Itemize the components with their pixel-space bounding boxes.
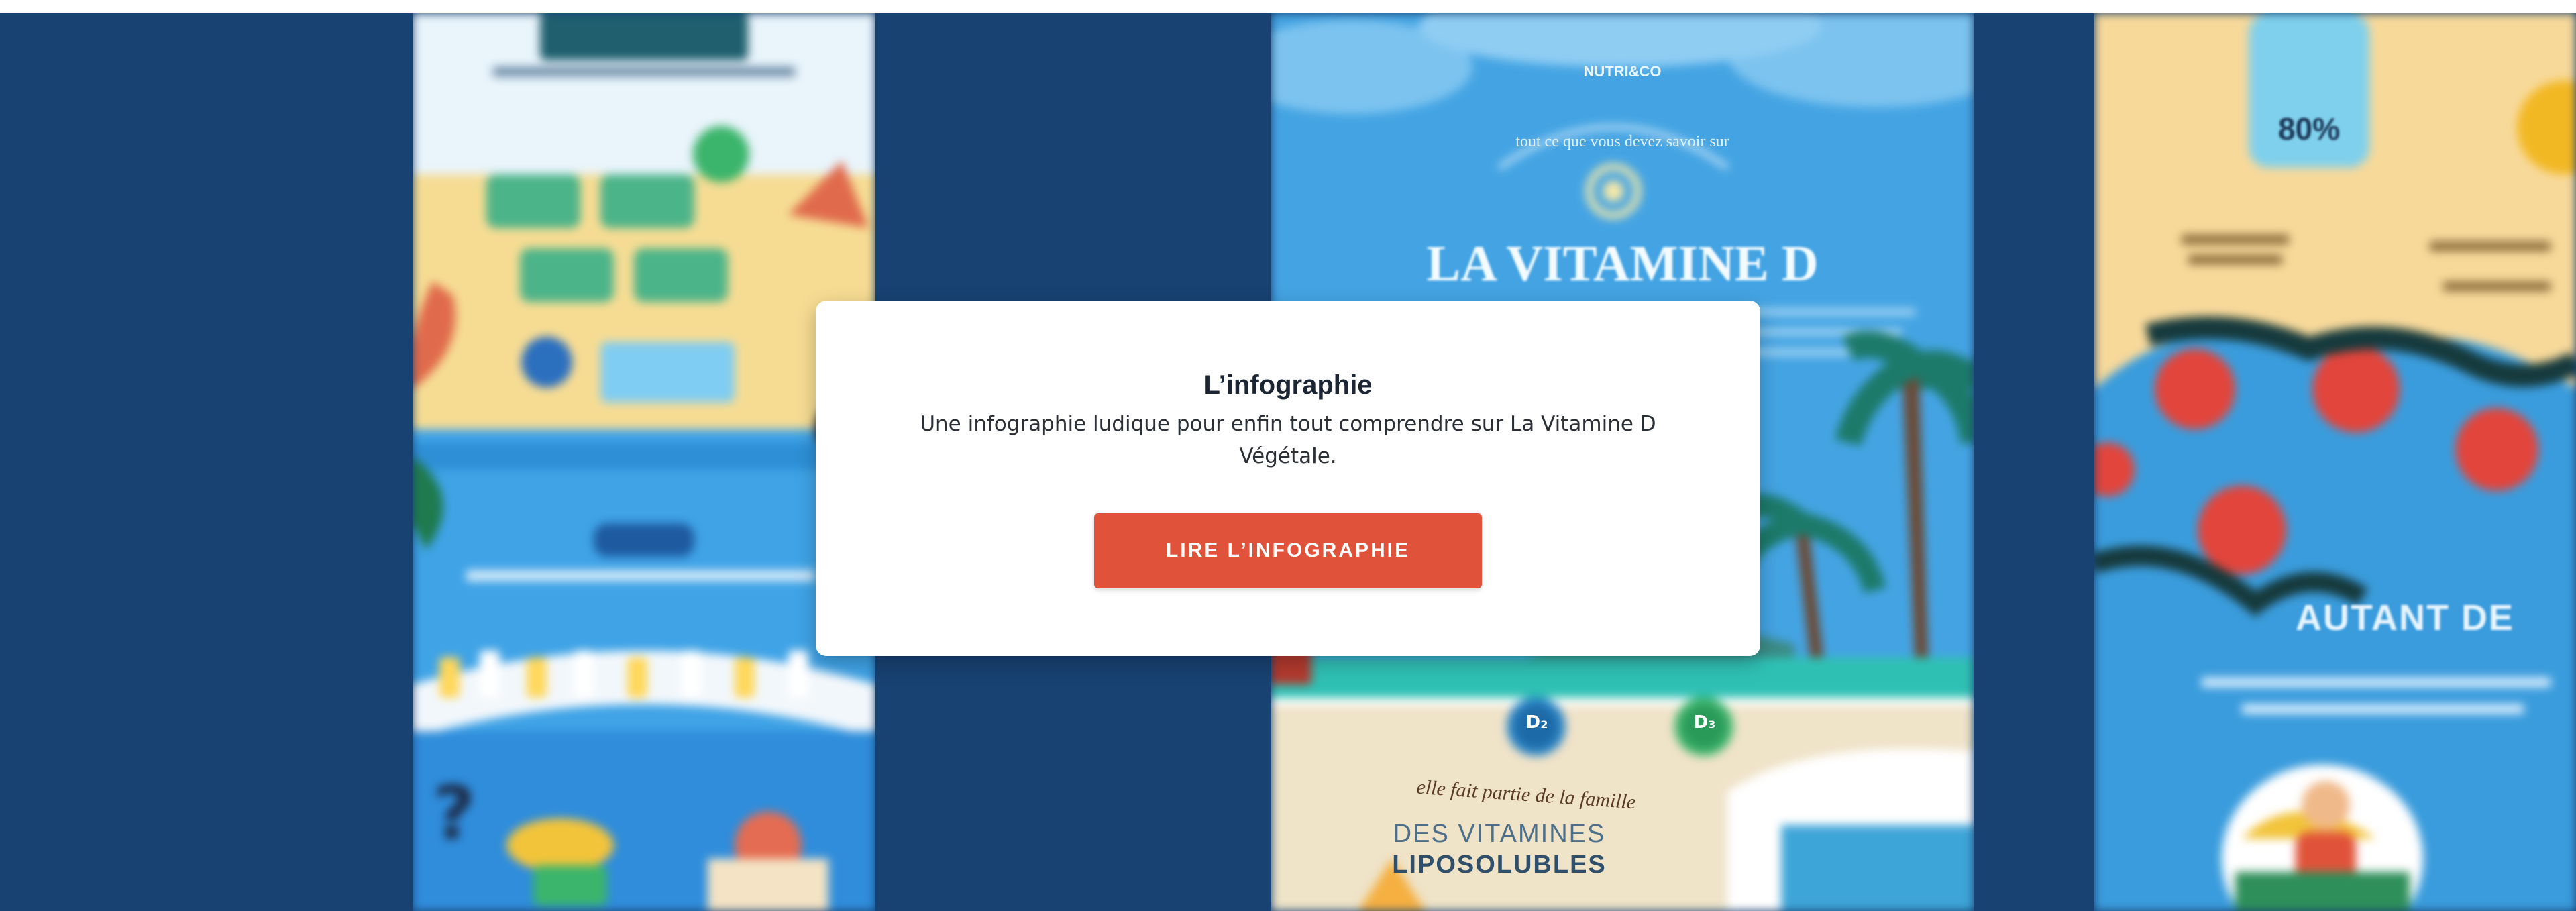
infographic-percent: 80% <box>2277 111 2341 146</box>
infographic-gallery: ? NUTRI&CO tout ce que vous devez savoir… <box>0 13 2576 911</box>
read-infographic-button[interactable]: LIRE L’INFOGRAPHIE <box>1094 513 1482 588</box>
infographic-preview-left[interactable]: ? <box>413 13 875 911</box>
card-title: L’infographie <box>1203 370 1373 400</box>
infographic-arc-text: tout ce que vous devez savoir sur <box>1515 133 1729 150</box>
card-description: Une infographie ludique pour enfin tout … <box>920 412 1656 468</box>
infographic-right-illustration <box>2094 13 2576 911</box>
infographic-banner: AUTANT DE <box>2296 598 2514 638</box>
infographic-family-line2: LIPOSOLUBLES <box>1392 851 1607 879</box>
infographic-preview-right[interactable]: 80% AUTANT DE <box>2094 13 2576 911</box>
infographic-left-illustration: ? <box>413 13 875 911</box>
badge-d3: D₃ <box>1693 712 1716 733</box>
infographic-brand: NUTRI&CO <box>1583 63 1662 80</box>
infographic-card: L’infographie Une infographie ludique po… <box>816 301 1760 656</box>
badge-d2: D₂ <box>1525 712 1548 733</box>
svg-text:?: ? <box>433 770 476 856</box>
infographic-family-line1: DES VITAMINES <box>1393 820 1606 848</box>
infographic-headline: LA VITAMINE D <box>1426 235 1819 292</box>
